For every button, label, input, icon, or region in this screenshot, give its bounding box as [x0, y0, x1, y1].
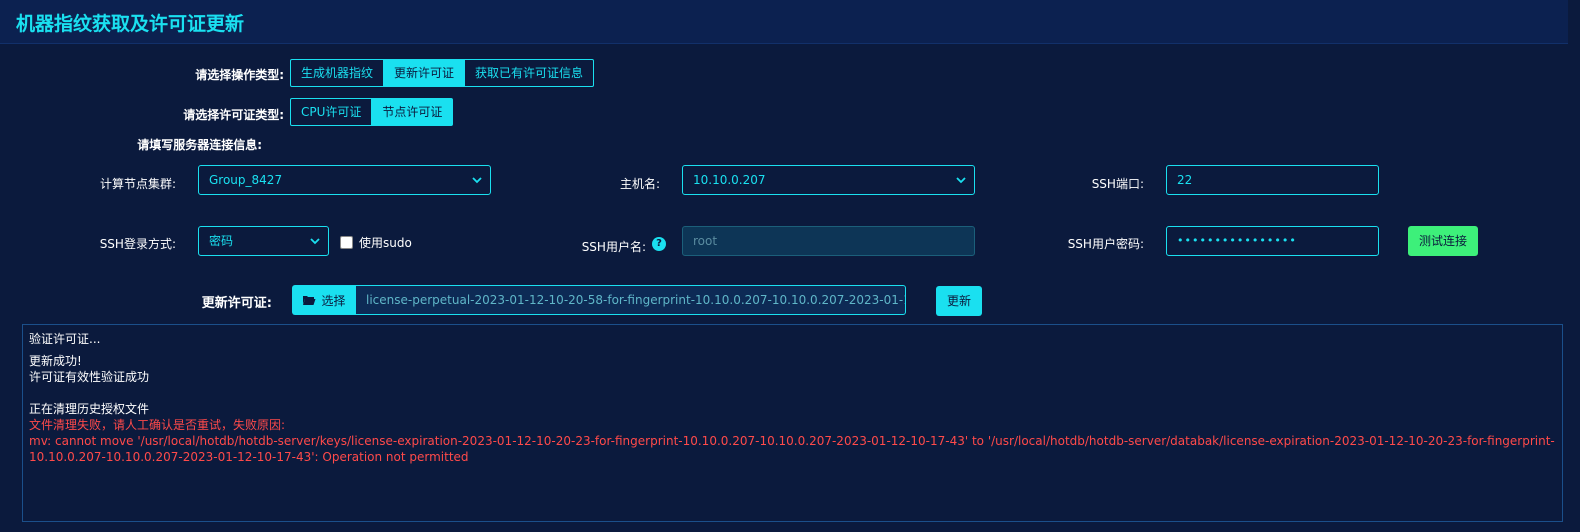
use-sudo-checkbox[interactable]: 使用sudo: [340, 234, 412, 251]
host-label: 主机名:: [619, 177, 660, 191]
page-title: 机器指纹获取及许可证更新: [16, 13, 245, 35]
log-output: 验证许可证... 更新成功! 许可证有效性验证成功 正在清理历史授权文件 文件清…: [22, 324, 1563, 522]
chevron-down-icon: [956, 177, 966, 184]
op-get-license-info[interactable]: 获取已有许可证信息: [465, 59, 595, 87]
chevron-down-icon: [472, 177, 482, 184]
log-line: 许可证有效性验证成功: [29, 370, 150, 384]
ssh-login-label: SSH登录方式:: [99, 237, 176, 251]
use-sudo-label: 使用sudo: [359, 236, 412, 250]
license-file-picker: 选择 license-perpetual-2023-01-12-10-20-58…: [292, 285, 906, 315]
log-error-line: mv: cannot move '/usr/local/hotdb/hotdb-…: [29, 434, 1555, 464]
ssh-password-input[interactable]: ••••••••••••••••: [1166, 226, 1379, 256]
op-generate-fingerprint[interactable]: 生成机器指纹: [290, 59, 385, 87]
ssh-port-label: SSH端口:: [1091, 177, 1144, 191]
page: 机器指纹获取及许可证更新 请选择操作类型: 生成机器指纹 更新许可证 获取已有许…: [0, 0, 1580, 532]
host-value: 10.10.0.207: [693, 173, 766, 187]
ssh-user-label: SSH用户名:: [581, 240, 646, 254]
choose-file-label: 选择: [321, 293, 346, 308]
ssh-login-select[interactable]: 密码: [198, 226, 329, 256]
question-icon[interactable]: ?: [652, 237, 666, 251]
cluster-select[interactable]: Group_8427: [198, 165, 491, 195]
chevron-down-icon: [310, 238, 320, 245]
folder-open-icon: [303, 296, 316, 305]
ssh-login-value: 密码: [209, 234, 234, 248]
choose-file-button[interactable]: 选择: [292, 285, 356, 315]
cluster-value: Group_8427: [209, 173, 283, 187]
update-license-label: 更新许可证:: [201, 296, 272, 311]
operation-type-label: 请选择操作类型:: [195, 68, 284, 82]
title-bar: 机器指纹获取及许可证更新: [0, 0, 1568, 44]
op-update-license[interactable]: 更新许可证: [384, 59, 466, 87]
server-info-label: 请填写服务器连接信息:: [137, 138, 262, 152]
ssh-password-label: SSH用户密码:: [1067, 237, 1144, 251]
license-type-label: 请选择许可证类型:: [183, 108, 284, 122]
cluster-label: 计算节点集群:: [99, 177, 176, 191]
license-type-node[interactable]: 节点许可证: [372, 98, 454, 126]
host-select[interactable]: 10.10.0.207: [682, 165, 975, 195]
ssh-user-input[interactable]: root: [682, 226, 975, 256]
log-line: 正在清理历史授权文件: [29, 402, 150, 416]
license-type-cpu[interactable]: CPU许可证: [290, 98, 373, 126]
update-button[interactable]: 更新: [936, 286, 982, 316]
operation-type-segmented: 生成机器指纹 更新许可证 获取已有许可证信息: [290, 59, 595, 87]
log-line: 更新成功!: [29, 354, 82, 368]
checkbox-box[interactable]: [340, 236, 353, 249]
test-connection-button[interactable]: 测试连接: [1408, 226, 1478, 256]
license-type-segmented: CPU许可证 节点许可证: [290, 98, 454, 126]
license-file-name[interactable]: license-perpetual-2023-01-12-10-20-58-fo…: [356, 285, 906, 315]
log-error-line: 文件清理失败，请人工确认是否重试，失败原因:: [29, 418, 286, 432]
ssh-port-input[interactable]: 22: [1166, 165, 1379, 195]
log-line: 验证许可证...: [29, 332, 101, 346]
